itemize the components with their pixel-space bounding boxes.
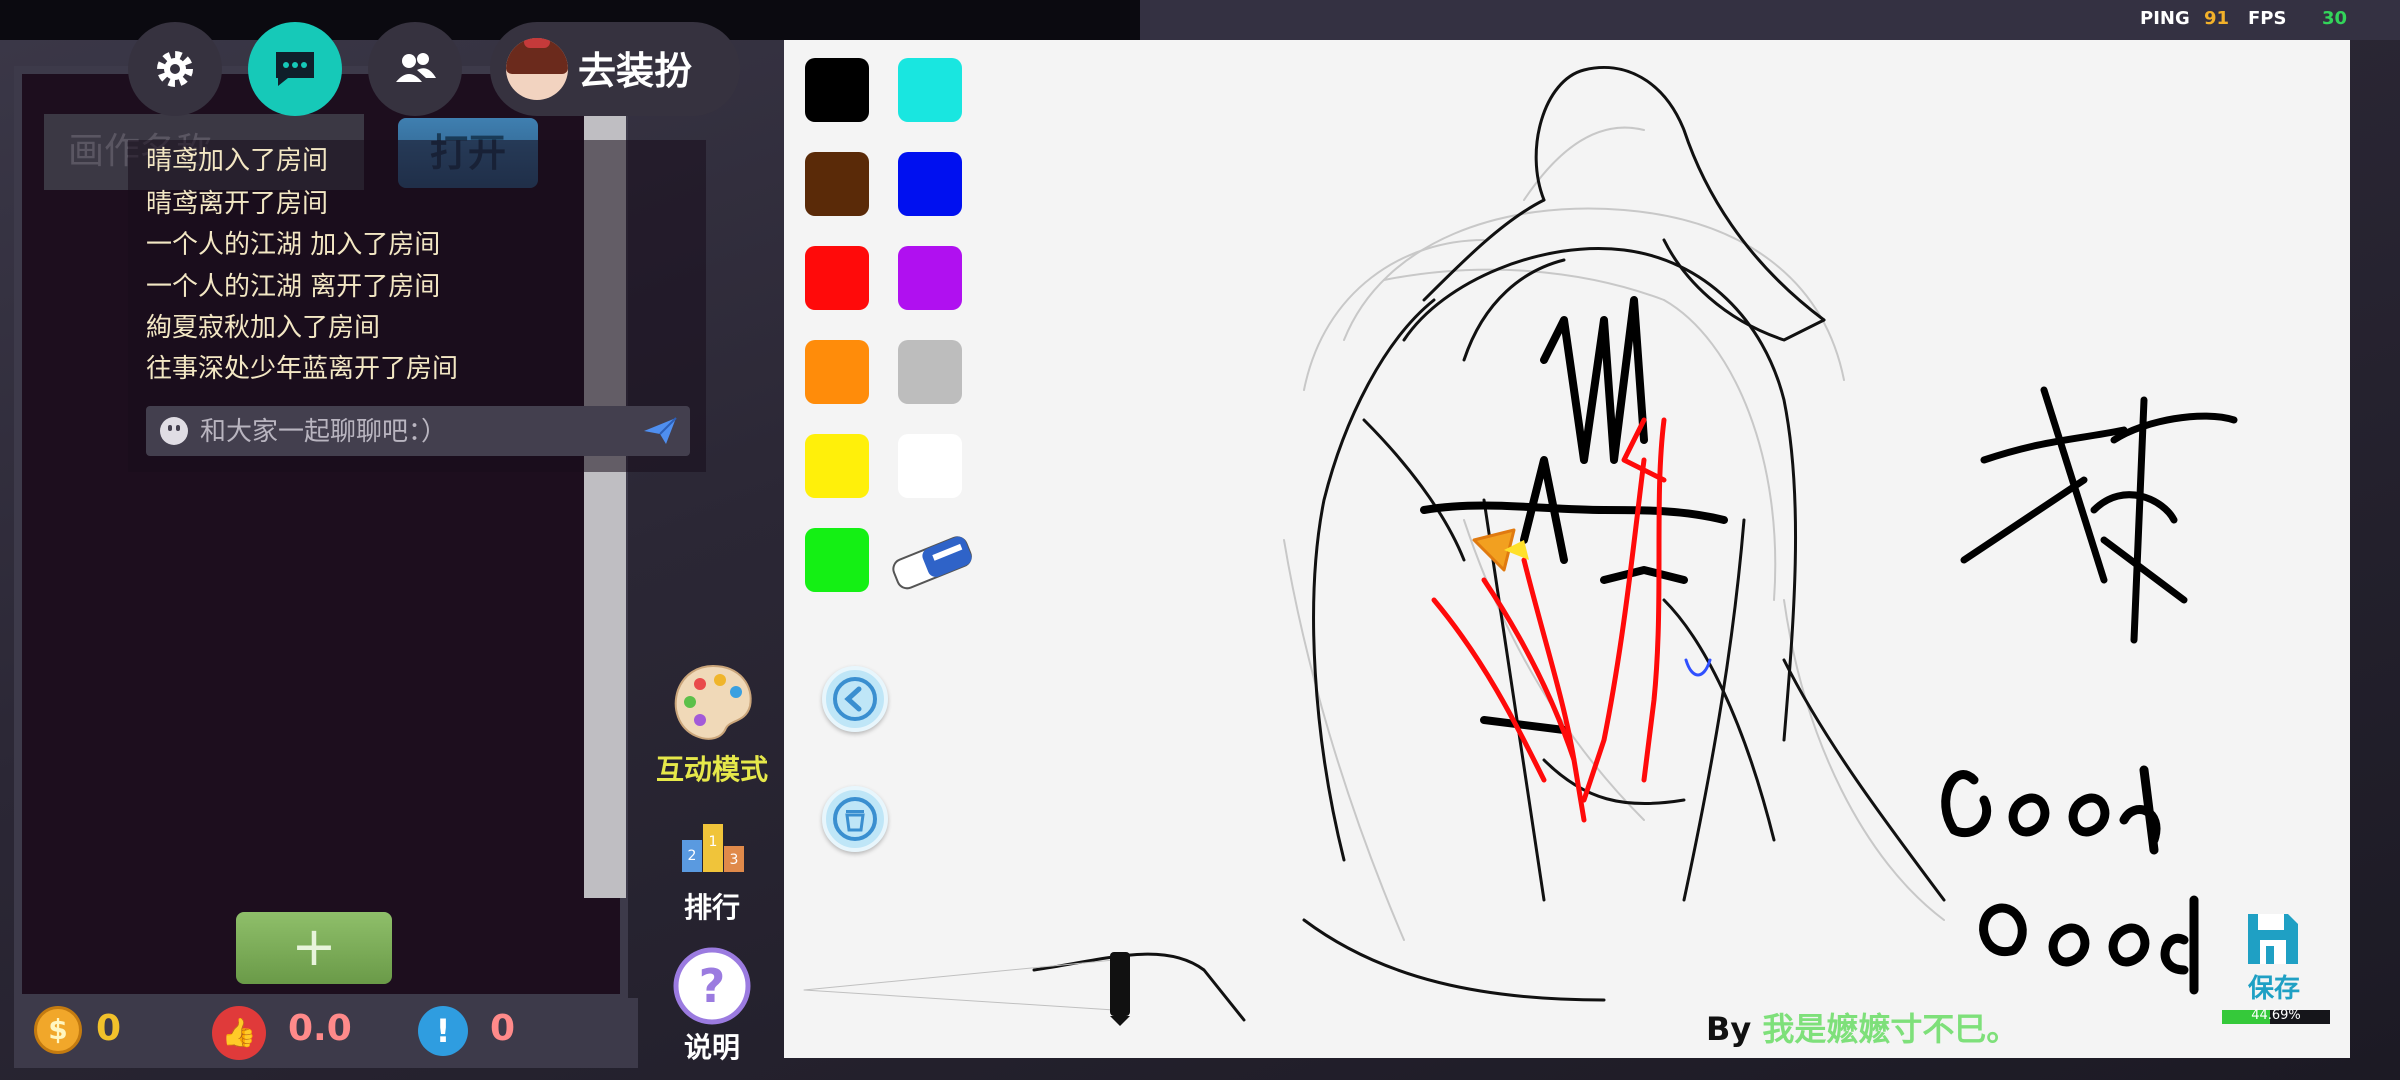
thumbs-up-icon: 👍 (212, 1006, 266, 1060)
chat-input-bar (146, 406, 690, 456)
avatar (506, 38, 568, 100)
send-icon[interactable] (642, 416, 678, 446)
chat-bubble-icon (276, 52, 314, 86)
author-name: 我是嬷嬷寸不巳。 (1762, 1010, 2019, 1048)
ping-value: 91 (2204, 8, 2230, 29)
players-button[interactable] (368, 22, 462, 116)
progress-text: 44.69% (2251, 1008, 2301, 1023)
save-progress-bar: 44.69% (2222, 1008, 2330, 1024)
save-label: 保存 (2248, 974, 2301, 1004)
chat-button[interactable] (248, 22, 342, 116)
like-count: 0.0 (288, 1008, 352, 1049)
by-label: By (1706, 1010, 1752, 1048)
palette-icon (674, 664, 752, 740)
ping-label: PING (2140, 8, 2190, 29)
report-count: 0 (490, 1008, 516, 1049)
author-credit: By 我是嬷嬷寸不巳。 (1706, 1004, 2018, 1050)
coin-icon: $ (34, 1006, 82, 1054)
chat-message: 晴鸢离开了房间 (146, 189, 329, 219)
fps-label: FPS (2248, 8, 2287, 29)
people-icon (396, 53, 436, 82)
svg-text:1: 1 (709, 834, 718, 850)
report-icon: ! (418, 1006, 468, 1056)
sketch-artwork (803, 66, 2238, 1026)
emoji-icon[interactable] (160, 417, 188, 445)
svg-text:3: 3 (730, 852, 739, 868)
gear-icon (157, 51, 193, 87)
dress-up-button[interactable]: 去装扮 (490, 22, 740, 116)
svg-text:2: 2 (688, 848, 697, 864)
floppy-disk-icon (2248, 914, 2298, 964)
chat-message: 一个人的江湖 离开了房间 (146, 272, 441, 302)
interactive-mode-label: 互动模式 (655, 753, 768, 786)
add-button[interactable]: + (236, 912, 392, 984)
question-icon: ? (673, 947, 751, 1025)
chat-input[interactable] (198, 411, 622, 453)
coin-count: 0 (96, 1008, 122, 1049)
chat-message: 晴鸢加入了房间 (146, 146, 329, 176)
chat-message: 絢夏寂秋加入了房间 (146, 313, 381, 343)
chat-message: 往事深处少年蓝离开了房间 (146, 354, 459, 384)
fps-value: 30 (2322, 8, 2348, 29)
settings-button[interactable] (128, 22, 222, 116)
help-label: 说明 (683, 1031, 740, 1064)
dress-up-label: 去装扮 (578, 49, 693, 93)
chat-message: 一个人的江湖 加入了房间 (146, 230, 441, 260)
ranking-label: 排行 (683, 891, 740, 924)
svg-text:?: ? (699, 959, 726, 1013)
podium-icon: 2 1 3 (682, 824, 744, 872)
